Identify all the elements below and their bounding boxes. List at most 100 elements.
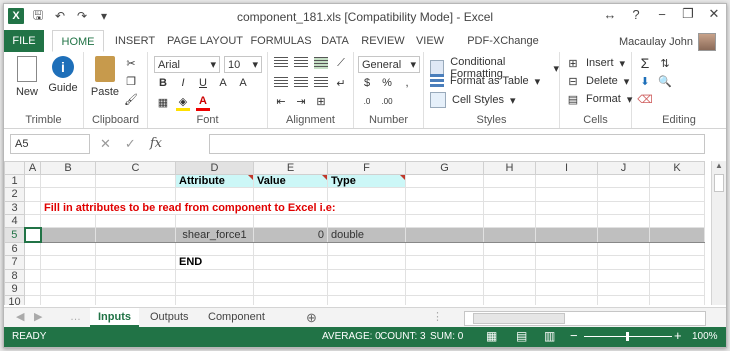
cell[interactable] [597, 174, 650, 189]
cell[interactable] [253, 294, 328, 305]
cell[interactable] [24, 174, 41, 189]
cell[interactable] [40, 294, 96, 305]
cell[interactable] [95, 268, 176, 283]
tab-data[interactable]: DATA [316, 30, 354, 52]
format-as-table-button[interactable]: Format as Table ▾ [430, 74, 540, 88]
cell[interactable] [24, 268, 41, 283]
merge-center-icon[interactable]: ⊞ [314, 94, 328, 108]
new-button[interactable]: New [10, 56, 44, 98]
row-header[interactable]: 2 [4, 187, 25, 202]
increase-decimal-icon[interactable]: .0 [360, 94, 374, 108]
decrease-font-icon[interactable]: A [236, 76, 250, 90]
cell[interactable] [597, 213, 650, 229]
cell[interactable] [535, 213, 598, 229]
cell[interactable] [327, 241, 406, 257]
cell[interactable] [253, 268, 328, 283]
cell[interactable] [95, 174, 176, 189]
cell[interactable] [649, 255, 705, 270]
tab-view[interactable]: VIEW [412, 30, 448, 52]
cell[interactable] [253, 213, 328, 229]
cell[interactable] [175, 187, 254, 202]
copy-icon[interactable]: ❐ [124, 74, 138, 88]
tab-page-layout[interactable]: PAGE LAYOUT [164, 30, 246, 52]
row-header[interactable]: 1 [4, 174, 25, 189]
cell-d5[interactable]: shear_force1 [175, 227, 254, 243]
cell[interactable] [327, 281, 406, 296]
insert-cells-button[interactable]: ⊞ Insert ▾ [566, 56, 625, 70]
ribbon-display-icon[interactable]: ↔ [602, 7, 618, 22]
row-header[interactable]: 8 [4, 268, 25, 283]
tab-insert[interactable]: INSERT [112, 30, 158, 52]
cell[interactable] [535, 187, 598, 202]
cell[interactable] [597, 200, 650, 215]
cell[interactable] [253, 187, 328, 202]
font-color-icon[interactable]: A [196, 94, 210, 111]
column-header[interactable]: D [175, 161, 254, 176]
select-all-corner[interactable] [4, 161, 25, 176]
column-header[interactable]: F [327, 161, 406, 176]
cell[interactable] [649, 241, 705, 257]
italic-icon[interactable]: I [176, 76, 190, 90]
align-right-icon[interactable] [314, 77, 328, 89]
column-header[interactable]: H [483, 161, 536, 176]
more-sheets-icon[interactable]: … [62, 308, 89, 327]
column-header[interactable]: J [597, 161, 650, 176]
function-icon[interactable]: fx [150, 136, 162, 152]
cell[interactable] [535, 241, 598, 257]
help-icon[interactable]: ? [628, 7, 644, 22]
tab-home[interactable]: HOME [52, 30, 104, 52]
decrease-indent-icon[interactable]: ⇤ [274, 94, 288, 108]
cell[interactable] [40, 281, 96, 296]
cell[interactable] [535, 174, 598, 189]
cell[interactable] [40, 255, 96, 270]
cell[interactable] [649, 227, 705, 243]
cell[interactable] [40, 174, 96, 189]
comma-icon[interactable]: , [400, 76, 414, 90]
cell[interactable] [175, 281, 254, 296]
cell[interactable] [40, 241, 96, 257]
cell[interactable] [649, 187, 705, 202]
cell[interactable] [40, 227, 96, 243]
split-handle-icon[interactable]: ⋮ [424, 308, 451, 327]
cell[interactable] [95, 294, 176, 305]
delete-cells-button[interactable]: ⊟ Delete ▾ [566, 74, 629, 88]
cell[interactable] [483, 268, 536, 283]
cell[interactable] [483, 241, 536, 257]
cell[interactable] [175, 268, 254, 283]
format-cells-button[interactable]: ▤ Format ▾ [566, 92, 633, 106]
cell[interactable] [649, 213, 705, 229]
column-header[interactable]: G [405, 161, 484, 176]
cell-e5[interactable]: 0 [253, 227, 328, 243]
cell-f5[interactable]: double [327, 227, 406, 243]
cell[interactable] [327, 213, 406, 229]
top-align-icon[interactable] [274, 57, 288, 69]
cell[interactable] [327, 255, 406, 270]
minimize-icon[interactable]: − [654, 7, 670, 22]
cell[interactable] [483, 200, 536, 215]
cell[interactable] [95, 255, 176, 270]
cell[interactable] [535, 294, 598, 305]
tab-review[interactable]: REVIEW [358, 30, 408, 52]
cell[interactable] [405, 227, 484, 243]
cell[interactable] [597, 268, 650, 283]
horizontal-scrollbar[interactable] [464, 311, 706, 326]
cell[interactable] [327, 294, 406, 305]
cell[interactable] [535, 227, 598, 243]
clear-icon[interactable]: ⌫ [637, 92, 653, 106]
currency-icon[interactable]: $ [360, 76, 374, 90]
cell[interactable] [405, 200, 484, 215]
cell[interactable] [175, 241, 254, 257]
active-cell-a5[interactable] [23, 226, 42, 244]
cut-icon[interactable]: ✂ [124, 56, 138, 70]
cancel-icon[interactable]: ✕ [100, 136, 111, 152]
cell[interactable] [649, 174, 705, 189]
increase-indent-icon[interactable]: ⇥ [294, 94, 308, 108]
cell[interactable] [405, 213, 484, 229]
cell[interactable] [405, 241, 484, 257]
column-header[interactable]: I [535, 161, 598, 176]
cell[interactable] [597, 255, 650, 270]
cell[interactable] [597, 294, 650, 305]
cell[interactable] [24, 281, 41, 296]
enter-icon[interactable]: ✓ [125, 136, 136, 152]
column-header[interactable]: E [253, 161, 328, 176]
